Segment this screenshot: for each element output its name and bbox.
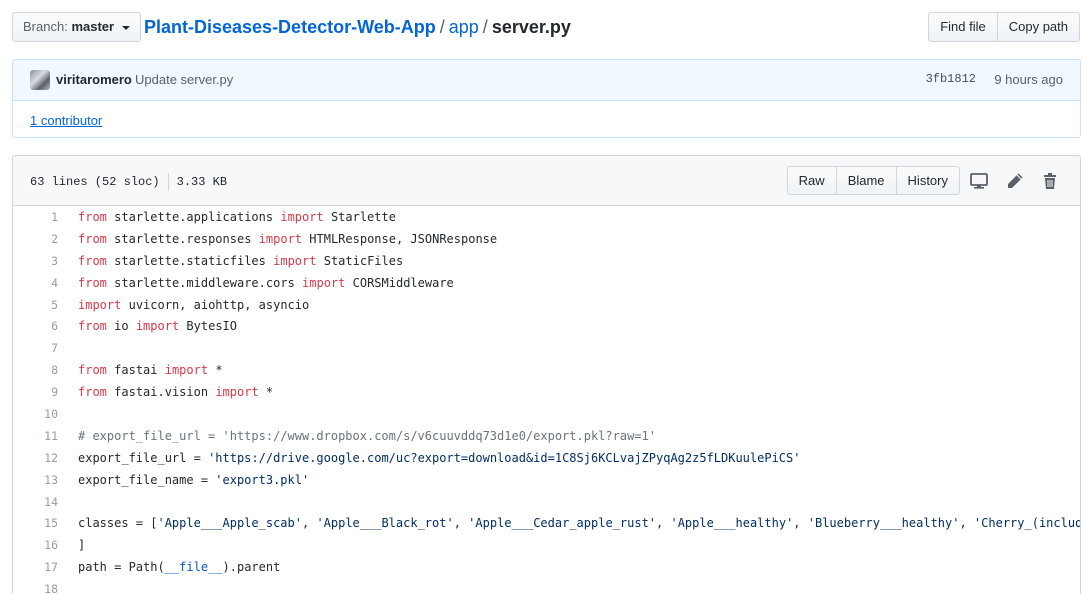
file-actions: Raw Blame History — [786, 166, 960, 195]
file-info: 63 lines (52 sloc) 3.33 KB — [30, 173, 227, 191]
branch-select-button[interactable]: Branch: master — [12, 12, 141, 42]
code-line: 4 from starlette.middleware.cors import C… — [13, 272, 1080, 294]
line-number[interactable]: 1 — [13, 210, 58, 224]
file-viewer: 63 lines (52 sloc) 3.33 KB Raw Blame Hist… — [12, 155, 1081, 594]
code-line: 2 from starlette.responses import HTMLRes… — [13, 228, 1080, 250]
branch-label: Branch: — [23, 19, 68, 34]
copy-path-button[interactable]: Copy path — [997, 12, 1080, 42]
file-header: 63 lines (52 sloc) 3.33 KB Raw Blame Hist… — [13, 156, 1080, 206]
code-listing: 1 from starlette.applications import Star… — [13, 206, 1080, 594]
code-line: 1 from starlette.applications import Star… — [13, 206, 1080, 228]
find-file-button[interactable]: Find file — [928, 12, 998, 42]
code-line: 12 export_file_url = 'https://drive.googl… — [13, 447, 1080, 469]
line-code: from starlette.middleware.cors import CO… — [78, 275, 454, 290]
avatar[interactable] — [30, 70, 50, 90]
line-number[interactable]: 14 — [13, 495, 58, 509]
line-code: from fastai.vision import * — [78, 385, 274, 400]
line-number[interactable]: 18 — [13, 582, 58, 594]
line-code: ] — [78, 538, 86, 553]
commit-author[interactable]: viritaromero — [56, 72, 132, 87]
code-line: 10 — [13, 403, 1080, 425]
line-code: from starlette.staticfiles import Static… — [78, 253, 404, 268]
code-line: 18 — [13, 578, 1080, 594]
code-line: 17 path = Path(__file__).parent — [13, 556, 1080, 578]
code-line: 9 from fastai.vision import * — [13, 381, 1080, 403]
history-button[interactable]: History — [896, 166, 960, 195]
line-number[interactable]: 13 — [13, 473, 58, 487]
commit-time: 9 hours ago — [994, 72, 1063, 87]
line-code: classes = ['Apple___Apple_scab', 'Apple_… — [78, 516, 1080, 531]
breadcrumb-folder-link[interactable]: app — [449, 17, 479, 37]
line-code: import uvicorn, aiohttp, asyncio — [78, 297, 310, 312]
line-number[interactable]: 10 — [13, 407, 58, 421]
line-number[interactable]: 12 — [13, 451, 58, 465]
line-number[interactable]: 2 — [13, 232, 58, 246]
code-line: 16] — [13, 534, 1080, 556]
line-code: export_file_name = 'export3.pkl' — [78, 472, 310, 487]
latest-commit-box: viritaromero Update server.py 3fb1812 9 … — [12, 59, 1081, 138]
commit-tease: viritaromero Update server.py 3fb1812 9 … — [13, 60, 1080, 101]
breadcrumb-separator: / — [482, 17, 488, 37]
line-number[interactable]: 5 — [13, 298, 58, 312]
breadcrumb-repo-link[interactable]: Plant-Diseases-Detector-Web-App — [144, 17, 436, 37]
line-code: from fastai import * — [78, 363, 223, 378]
line-code: from starlette.responses import HTMLResp… — [78, 231, 498, 246]
file-navigation: Branch: master Plant-Diseases-Detector-W… — [12, 12, 1080, 44]
breadcrumb-file-name: server.py — [491, 17, 571, 37]
line-code: path = Path(__file__).parent — [78, 560, 281, 575]
pencil-icon[interactable] — [1005, 171, 1025, 191]
caret-down-icon — [121, 25, 130, 30]
contributors-link[interactable]: 1 contributor — [30, 113, 102, 128]
line-number[interactable]: 17 — [13, 560, 58, 574]
code-line: 13 export_file_name = 'export3.pkl' — [13, 469, 1080, 491]
code-line: 15 classes = ['Apple___Apple_scab', 'Appl… — [13, 512, 1080, 534]
code-line: 11 # export_file_url = 'https://www.dropb… — [13, 425, 1080, 447]
line-number[interactable]: 8 — [13, 363, 58, 377]
code-line: 8 from fastai import * — [13, 359, 1080, 381]
line-number[interactable]: 6 — [13, 319, 58, 333]
line-code: from io import BytesIO — [78, 319, 237, 334]
raw-button[interactable]: Raw — [786, 166, 837, 195]
trash-icon[interactable] — [1040, 171, 1060, 191]
line-code: # export_file_url = 'https://www.dropbox… — [78, 428, 656, 443]
breadcrumb: Plant-Diseases-Detector-Web-App / app / serv… — [144, 14, 571, 40]
line-number[interactable]: 7 — [13, 341, 58, 355]
blame-button[interactable]: Blame — [836, 166, 897, 195]
divider — [167, 173, 169, 191]
path-actions: Find file Copy path — [928, 12, 1080, 42]
code-line: 5 import uvicorn, aiohttp, asyncio — [13, 294, 1080, 316]
line-code: export_file_url = 'https://drive.google.… — [78, 450, 801, 465]
breadcrumb-separator: / — [439, 17, 445, 37]
code-line: 6 from io import BytesIO — [13, 315, 1080, 337]
code-line: 3 from starlette.staticfiles import Stati… — [13, 250, 1080, 272]
code-line: 7 — [13, 337, 1080, 359]
line-number[interactable]: 16 — [13, 538, 58, 552]
line-number[interactable]: 4 — [13, 276, 58, 290]
code-line: 14 — [13, 491, 1080, 513]
line-number[interactable]: 9 — [13, 385, 58, 399]
line-code: from starlette.applications import Starl… — [78, 209, 396, 224]
file-size: 3.33 KB — [176, 175, 228, 190]
commit-sha[interactable]: 3fb1812 — [926, 72, 976, 86]
commit-message[interactable]: Update server.py — [135, 72, 233, 87]
line-number[interactable]: 3 — [13, 254, 58, 268]
line-count: 63 lines (52 sloc) — [30, 175, 160, 190]
line-number[interactable]: 15 — [13, 516, 58, 530]
desktop-icon[interactable] — [969, 171, 989, 191]
line-number[interactable]: 11 — [13, 429, 58, 443]
branch-name: master — [71, 19, 115, 34]
